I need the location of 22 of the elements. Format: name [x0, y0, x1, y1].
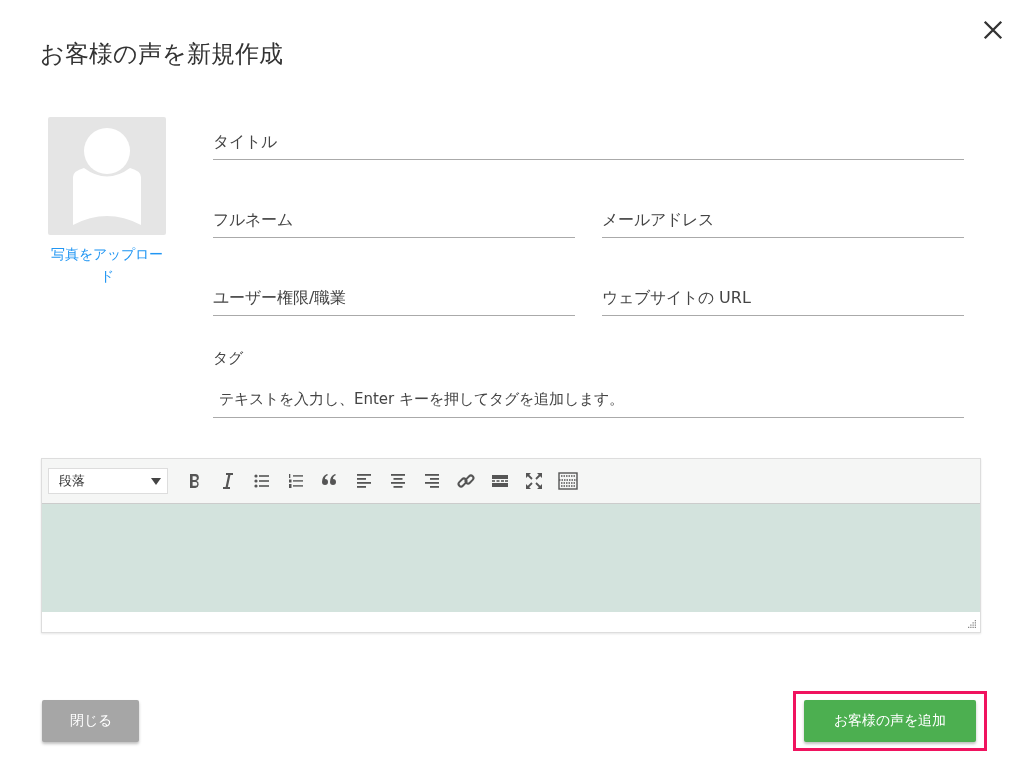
link-icon[interactable]	[456, 471, 476, 491]
caret-icon	[151, 477, 161, 485]
close-icon[interactable]	[982, 19, 1004, 41]
upload-photo-link[interactable]: 写真をアップロード	[48, 243, 166, 287]
text-field[interactable]: ウェブサイトの URL	[602, 279, 964, 316]
add-testimonial-button[interactable]: お客様の声を追加	[804, 700, 976, 742]
tags-label: タグ	[213, 349, 244, 368]
text-field[interactable]: ユーザー権限/職業	[213, 279, 575, 316]
format-dropdown[interactable]: 段落	[48, 468, 168, 494]
text-field[interactable]: メールアドレス	[602, 201, 964, 238]
dialog-title: お客様の声を新規作成	[40, 39, 283, 70]
fullscreen-icon[interactable]	[524, 471, 544, 491]
align-right-icon[interactable]	[422, 471, 442, 491]
text-field[interactable]: フルネーム	[213, 201, 575, 238]
align-center-icon[interactable]	[388, 471, 408, 491]
keyboard-icon[interactable]	[558, 471, 578, 491]
numbered-list-icon[interactable]	[286, 471, 306, 491]
tags-field[interactable]: テキストを入力し、Enter キーを押してタグを追加します。	[213, 381, 964, 418]
resize-handle-icon[interactable]	[967, 619, 977, 629]
close-button[interactable]: 閉じる	[42, 700, 139, 742]
text-field[interactable]: タイトル	[213, 123, 964, 160]
align-left-icon[interactable]	[354, 471, 374, 491]
